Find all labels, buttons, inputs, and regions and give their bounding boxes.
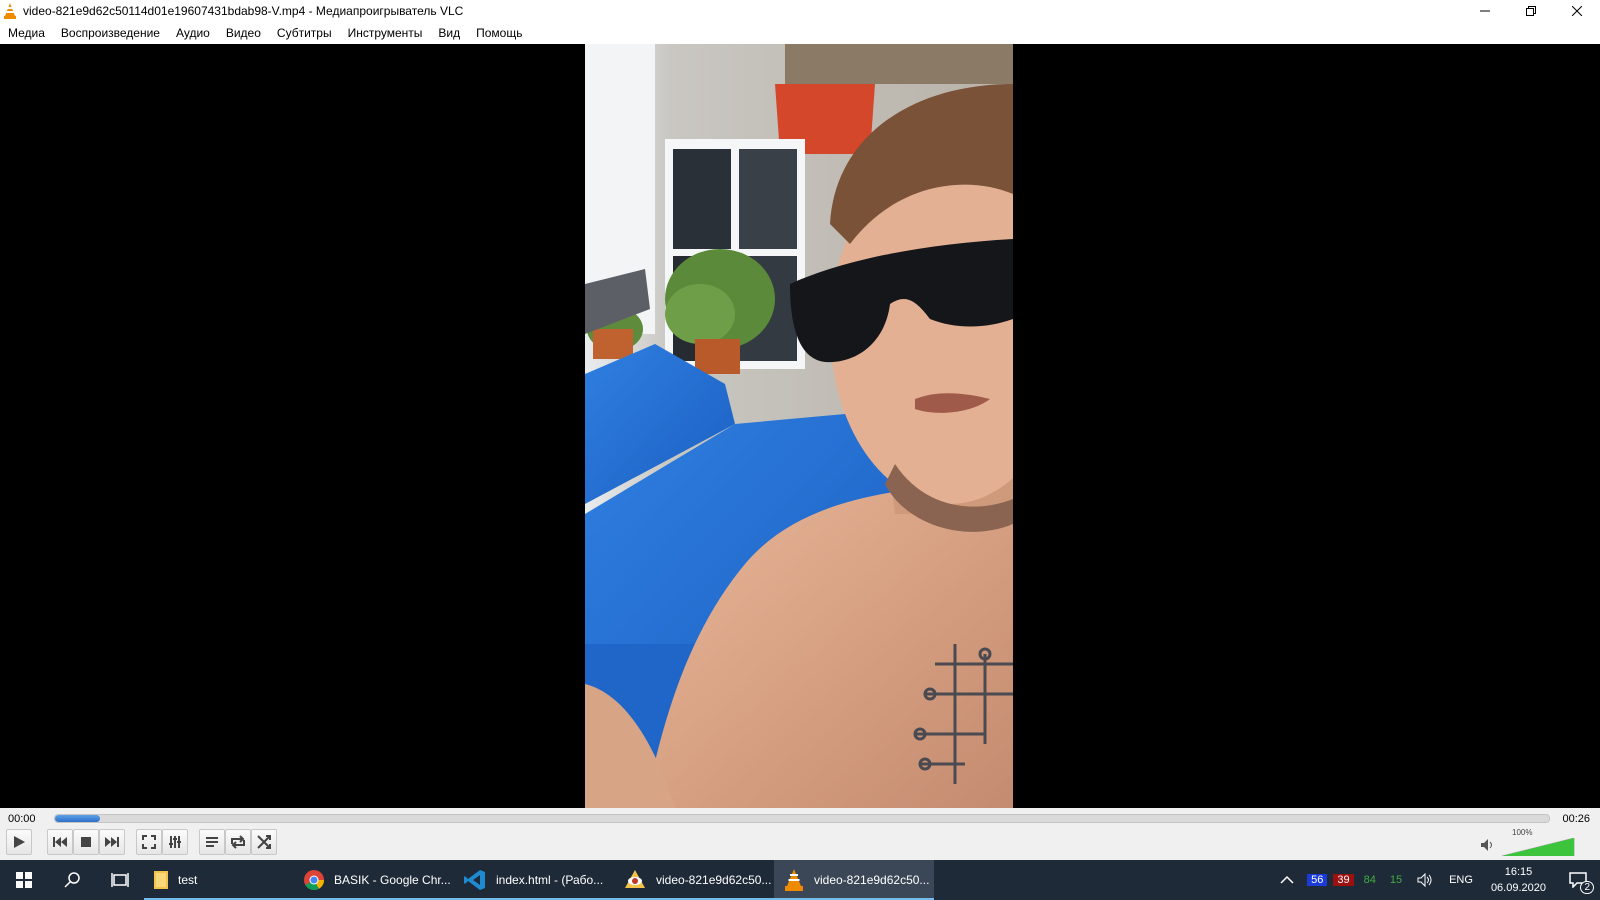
vscode-icon xyxy=(464,870,485,890)
fullscreen-icon xyxy=(142,835,156,849)
minimize-button[interactable] xyxy=(1462,0,1508,22)
current-time: 00:00 xyxy=(8,813,36,825)
window-title: video-821e9d62c50114d01e19607431bdab98-V… xyxy=(23,4,464,18)
clock-time: 16:15 xyxy=(1504,866,1533,878)
video-display[interactable] xyxy=(0,44,1600,808)
language-indicator[interactable]: ENG xyxy=(1449,874,1473,886)
taskbar-app-label: test xyxy=(178,873,198,887)
loop-icon xyxy=(231,835,245,849)
menu-view[interactable]: Вид xyxy=(430,22,468,44)
close-icon xyxy=(1572,6,1582,16)
close-button[interactable] xyxy=(1554,0,1600,22)
loop-button[interactable] xyxy=(225,829,251,855)
menu-help[interactable]: Помощь xyxy=(468,22,530,44)
vlc-cone-icon xyxy=(4,3,16,19)
search-icon xyxy=(64,872,80,888)
tray-counter-2[interactable]: 39 xyxy=(1333,874,1354,886)
task-view-icon xyxy=(111,873,129,887)
taskbar-app-label: BASIK - Google Chr... xyxy=(334,873,451,887)
menu-audio[interactable]: Аудио xyxy=(168,22,218,44)
seek-bar[interactable] xyxy=(54,814,1550,823)
shuffle-button[interactable] xyxy=(251,829,277,855)
playlist-icon xyxy=(206,837,218,847)
chrome-icon xyxy=(304,870,324,890)
menu-video[interactable]: Видео xyxy=(218,22,269,44)
volume-tray-icon[interactable] xyxy=(1417,873,1433,887)
stop-button[interactable] xyxy=(73,829,99,855)
minimize-icon xyxy=(1480,10,1490,12)
folder-icon xyxy=(154,871,168,889)
stop-icon xyxy=(81,837,91,847)
equalizer-icon xyxy=(169,836,181,848)
show-hidden-icons-icon[interactable] xyxy=(1280,875,1294,885)
volume-slider xyxy=(1502,838,1575,856)
tray-counter-4[interactable]: 15 xyxy=(1386,874,1406,886)
taskbar-app-vscode[interactable]: index.html - (Рабо... xyxy=(454,860,614,900)
taskbar-app-label: index.html - (Рабо... xyxy=(496,873,604,887)
previous-icon xyxy=(53,837,67,847)
windows-logo-icon xyxy=(16,872,32,888)
playback-controls: 00:00 00:26 100% xyxy=(0,808,1600,860)
taskbar-app-viewer[interactable]: video-821e9d62c50... xyxy=(614,860,774,900)
extended-settings-button[interactable] xyxy=(162,829,188,855)
action-center-button[interactable]: 2 xyxy=(1556,860,1600,900)
video-frame xyxy=(585,44,1013,808)
menu-bar: Медиа Воспроизведение Аудио Видео Субтит… xyxy=(0,22,1600,44)
menu-tools[interactable]: Инструменты xyxy=(340,22,431,44)
taskbar: test BASIK - Google Chr... index.html - … xyxy=(0,860,1600,900)
viewer-icon xyxy=(625,870,645,888)
task-view-button[interactable] xyxy=(96,860,144,900)
taskbar-app-label: video-821e9d62c50... xyxy=(814,873,930,887)
menu-media[interactable]: Медиа xyxy=(0,22,53,44)
play-button[interactable] xyxy=(6,829,32,855)
menu-subtitles[interactable]: Субтитры xyxy=(269,22,340,44)
menu-playback[interactable]: Воспроизведение xyxy=(53,22,168,44)
tray-counter-1[interactable]: 56 xyxy=(1307,874,1328,886)
next-icon xyxy=(105,837,119,847)
notification-count: 2 xyxy=(1580,881,1594,894)
previous-button[interactable] xyxy=(47,829,73,855)
taskbar-app-explorer[interactable]: test xyxy=(144,860,294,900)
taskbar-app-vlc[interactable]: video-821e9d62c50... xyxy=(774,860,934,900)
speaker-icon xyxy=(1481,839,1492,851)
restore-icon xyxy=(1526,6,1536,16)
vlc-icon xyxy=(785,869,803,891)
taskbar-app-label: video-821e9d62c50... xyxy=(656,873,772,887)
playlist-button[interactable] xyxy=(199,829,225,855)
restore-button[interactable] xyxy=(1508,0,1554,22)
next-button[interactable] xyxy=(99,829,125,855)
fullscreen-button[interactable] xyxy=(136,829,162,855)
seek-progress xyxy=(55,815,100,822)
clock-date: 06.09.2020 xyxy=(1490,882,1546,894)
volume-control[interactable]: 100% xyxy=(1480,828,1590,856)
system-tray: 56 39 84 15 ENG 16:15 06.09.2020 2 xyxy=(1280,860,1600,900)
taskbar-app-chrome[interactable]: BASIK - Google Chr... xyxy=(294,860,454,900)
start-button[interactable] xyxy=(0,860,48,900)
title-bar: video-821e9d62c50114d01e19607431bdab98-V… xyxy=(0,0,1600,22)
duration: 00:26 xyxy=(1562,813,1590,825)
play-icon xyxy=(14,836,25,848)
tray-counter-3[interactable]: 84 xyxy=(1360,874,1380,886)
volume-level: 100% xyxy=(1512,828,1533,837)
search-button[interactable] xyxy=(48,860,96,900)
clock[interactable]: 16:15 06.09.2020 xyxy=(1491,864,1546,896)
shuffle-icon xyxy=(257,835,271,849)
